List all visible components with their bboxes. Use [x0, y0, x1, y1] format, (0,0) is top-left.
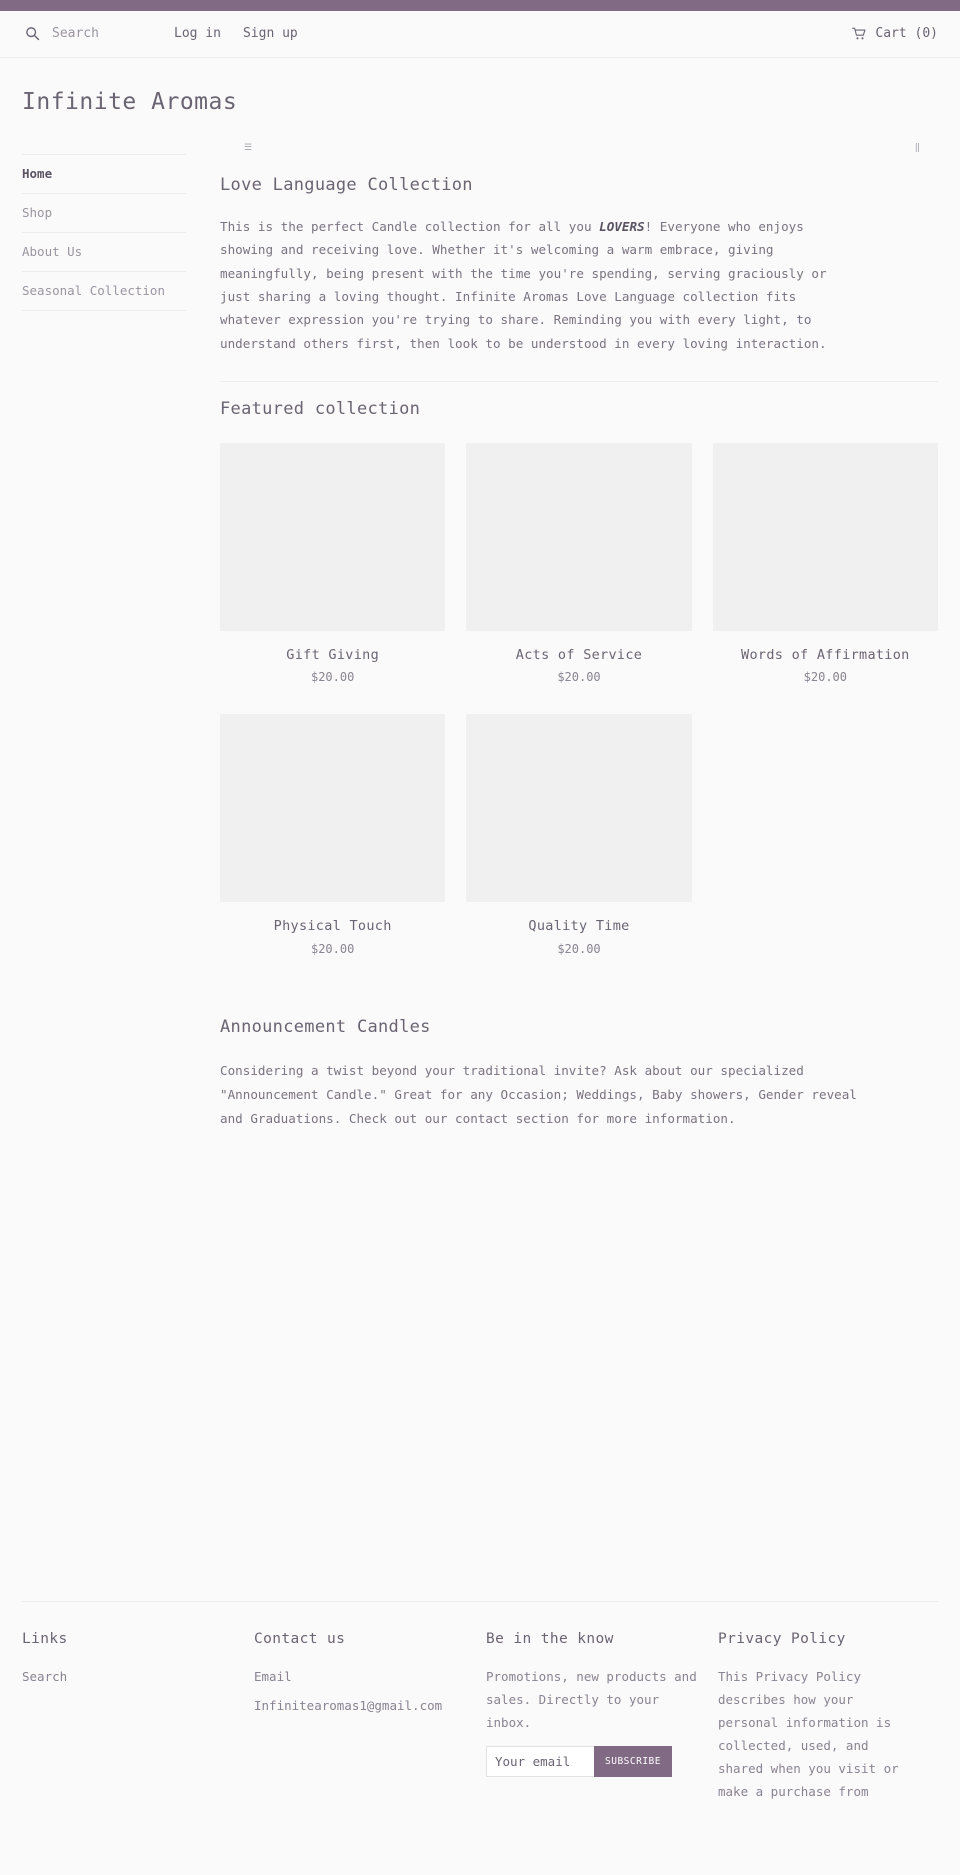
subscribe-button[interactable]: SUBSCRIBE — [594, 1746, 672, 1778]
product-card[interactable]: Physical Touch $20.00 — [220, 714, 446, 957]
product-image-placeholder — [220, 714, 446, 903]
footer-email-label[interactable]: Email — [254, 1665, 468, 1689]
product-price: $20.00 — [557, 941, 601, 956]
main-content: ☰ ‖ Love Language Collection This is the… — [186, 132, 938, 1601]
product-image-placeholder — [712, 443, 938, 632]
site-title[interactable]: Infinite Aromas — [22, 88, 938, 118]
footer-link-search[interactable]: Search — [22, 1665, 236, 1689]
featured-product-grid: Gift Giving $20.00 Acts of Service $20.0… — [220, 443, 938, 958]
site-footer: Links Search Contact us Email Infinitear… — [22, 1600, 938, 1816]
announcement-section: Announcement Candles Considering a twist… — [220, 1014, 938, 1131]
product-image-placeholder — [466, 714, 692, 903]
top-accent-bar — [0, 0, 960, 11]
product-card[interactable]: Acts of Service $20.00 — [466, 443, 692, 686]
product-price: $20.00 — [557, 670, 601, 685]
topbar-left-group: Log in Sign up — [22, 24, 852, 45]
footer-newsletter-heading: Be in the know — [486, 1630, 614, 1647]
product-image-placeholder — [466, 443, 692, 632]
shopping-cart-icon — [852, 27, 867, 41]
product-price: $20.00 — [310, 670, 355, 685]
sidebar-nav: Home Shop About Us Seasonal Collection — [22, 132, 186, 311]
banner-glyph-row: ☰ ‖ — [220, 142, 938, 162]
announcement-heading: Announcement Candles — [220, 1016, 431, 1037]
collection-description-emphasis: LOVERS — [599, 219, 645, 235]
search-input[interactable] — [52, 26, 162, 42]
footer-privacy-column: Privacy Policy This Privacy Policy descr… — [718, 1628, 938, 1816]
footer-contact-heading: Contact us — [254, 1630, 346, 1647]
collection-description-pre: This is the perfect Candle collection fo… — [220, 219, 600, 235]
right-marker-icon: ‖ — [914, 142, 920, 153]
collection-title: Love Language Collection — [220, 174, 473, 195]
footer-email-address[interactable]: Infinitearomas1@gmail.com — [254, 1694, 468, 1718]
product-price: $20.00 — [310, 941, 355, 956]
footer-contact-column: Contact us Email Infinitearomas1@gmail.c… — [254, 1628, 486, 1816]
signup-link[interactable]: Sign up — [243, 24, 298, 45]
product-image-placeholder — [220, 443, 446, 632]
sidebar-item-about-us-label[interactable]: About Us — [22, 233, 186, 271]
product-name: Acts of Service — [515, 647, 643, 664]
cart-link[interactable]: Cart (0) — [852, 24, 938, 45]
footer-links-heading: Links — [22, 1630, 68, 1647]
product-name: Words of Affirmation — [741, 647, 910, 664]
collection-description-post: ! Everyone who enjoys showing and receiv… — [220, 219, 827, 351]
product-card[interactable]: Gift Giving $20.00 — [220, 443, 446, 686]
newsletter-email-input[interactable] — [486, 1746, 595, 1778]
search-icon[interactable] — [22, 24, 42, 44]
auth-links: Log in Sign up — [174, 24, 298, 45]
sidebar-list: Home Shop About Us Seasonal Collection — [22, 153, 186, 311]
top-utility-bar: Log in Sign up Cart (0) — [0, 11, 960, 58]
footer-newsletter-blurb: Promotions, new products and sales. Dire… — [486, 1668, 697, 1730]
footer-links-column: Links Search — [22, 1628, 254, 1816]
sidebar-item-about-us[interactable]: About Us — [22, 231, 186, 271]
sidebar-item-shop-label[interactable]: Shop — [22, 194, 186, 232]
product-price: $20.00 — [803, 670, 847, 685]
product-name: Gift Giving — [286, 647, 380, 664]
sidebar-item-shop[interactable]: Shop — [22, 192, 186, 232]
footer-privacy-heading: Privacy Policy — [718, 1630, 846, 1647]
featured-section-divider — [220, 380, 938, 382]
cart-label: Cart (0) — [875, 25, 938, 41]
product-name: Quality Time — [528, 918, 630, 935]
newsletter-signup-form: SUBSCRIBE — [486, 1746, 672, 1778]
sidebar-item-seasonal-collection-label[interactable]: Seasonal Collection — [22, 272, 186, 310]
collection-description: This is the perfect Candle collection fo… — [220, 215, 840, 355]
product-name: Physical Touch — [273, 918, 392, 935]
site-title-region: Infinite Aromas — [0, 58, 960, 132]
product-card[interactable]: Quality Time $20.00 — [466, 714, 692, 957]
left-marker-icon: ☰ — [244, 142, 253, 153]
footer-newsletter-column: Be in the know Promotions, new products … — [486, 1628, 718, 1816]
page-body: Home Shop About Us Seasonal Collection ☰… — [0, 132, 960, 1601]
announcement-body: Considering a twist beyond your traditio… — [220, 1062, 857, 1126]
sidebar-item-home[interactable]: Home — [22, 153, 186, 193]
footer-privacy-body: This Privacy Policy describes how your p… — [718, 1668, 899, 1800]
sidebar-item-seasonal-collection[interactable]: Seasonal Collection — [22, 270, 186, 311]
sidebar-item-home-label[interactable]: Home — [22, 155, 186, 193]
featured-collection-heading: Featured collection — [220, 398, 421, 419]
product-card[interactable]: Words of Affirmation $20.00 — [712, 443, 938, 686]
login-link[interactable]: Log in — [174, 24, 221, 45]
